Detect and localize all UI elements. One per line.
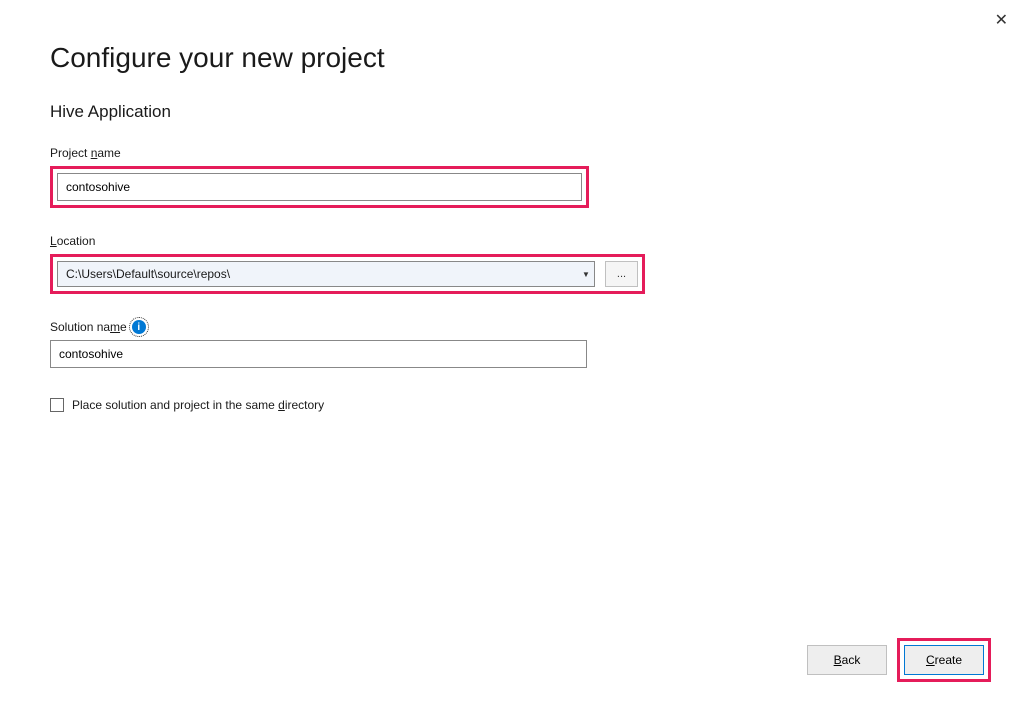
chevron-down-icon[interactable]: ▼ [578, 262, 594, 286]
project-type-subtitle: Hive Application [50, 102, 976, 122]
same-directory-label: Place solution and project in the same d… [72, 398, 324, 412]
create-highlight: Create [897, 638, 991, 682]
info-icon[interactable]: i [132, 320, 146, 334]
project-name-highlight [50, 166, 589, 208]
location-label: Location [50, 234, 976, 248]
back-button[interactable]: Back [807, 645, 887, 675]
create-button[interactable]: Create [904, 645, 984, 675]
same-directory-row: Place solution and project in the same d… [50, 398, 976, 412]
location-combo[interactable]: C:\Users\Default\source\repos\ ▼ [57, 261, 595, 287]
location-group: Location C:\Users\Default\source\repos\ … [50, 234, 976, 306]
location-highlight: C:\Users\Default\source\repos\ ▼ ... [50, 254, 645, 294]
location-row: C:\Users\Default\source\repos\ ▼ ... [57, 261, 638, 287]
project-name-group: Project name [50, 146, 976, 220]
page-title: Configure your new project [50, 42, 976, 74]
solution-name-group: Solution name i [50, 320, 976, 384]
solution-name-label-row: Solution name i [50, 320, 976, 334]
solution-name-input[interactable] [50, 340, 587, 368]
close-icon[interactable]: ✕ [995, 10, 1008, 30]
footer: Back Create [807, 638, 991, 682]
location-value: C:\Users\Default\source\repos\ [58, 263, 578, 285]
solution-name-label: Solution name [50, 320, 127, 334]
project-name-input[interactable] [57, 173, 582, 201]
same-directory-checkbox[interactable] [50, 398, 64, 412]
project-name-label: Project name [50, 146, 976, 160]
browse-button[interactable]: ... [605, 261, 638, 287]
dialog-content: Configure your new project Hive Applicat… [0, 0, 1026, 412]
